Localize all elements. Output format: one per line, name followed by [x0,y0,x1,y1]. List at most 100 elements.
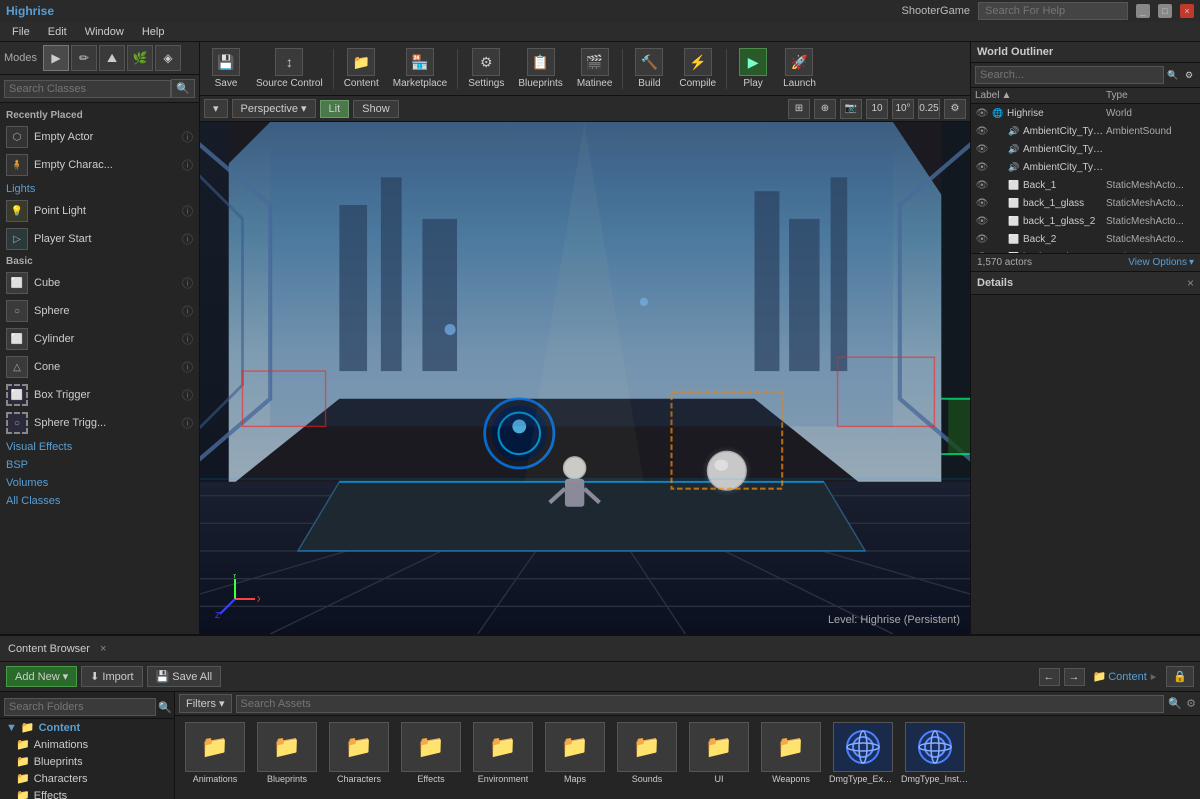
asset-blueprints[interactable]: 📁 Blueprints [253,722,321,784]
menu-file[interactable]: File [4,24,38,40]
search-assets-input[interactable] [236,695,1165,713]
path-content[interactable]: Content [1108,671,1147,683]
viewport[interactable]: X Y Z Level: Highrise (Persistent) [200,122,970,634]
visual-effects-section[interactable]: Visual Effects [0,437,199,455]
vp-scale[interactable]: 0.25 [918,99,940,119]
wo-vis-amb2[interactable]: 👁 [975,142,989,156]
empty-actor-info[interactable]: ⓘ [182,129,193,145]
search-folders-input[interactable] [4,698,156,716]
mode-select-btn[interactable]: ▶ [43,45,69,71]
asset-environment[interactable]: 📁 Environment [469,722,537,784]
save-toolbar-btn[interactable]: 💾 Save [204,45,248,92]
content-btn[interactable]: 📁 Content [338,45,385,92]
cb-close-btn[interactable]: × [100,643,106,655]
matinee-btn[interactable]: 🎬 Matinee [571,45,619,92]
vp-settings-btn[interactable]: ⚙ [944,99,966,119]
wo-item-back1glass2[interactable]: 👁 ⬜ back_1_glass_2 StaticMeshActo... [971,212,1200,230]
wo-item-ambient3[interactable]: 👁 🔊 AmbientCity_TypeD_Stereo_{AmbientSou… [971,158,1200,176]
vp-grid-btn[interactable]: ⊞ [788,99,810,119]
asset-characters[interactable]: 📁 Characters [325,722,393,784]
menu-edit[interactable]: Edit [40,24,75,40]
folder-effects[interactable]: 📁 Effects [0,787,174,799]
class-item-sphere[interactable]: ○ Sphere ⓘ [0,297,199,325]
folder-animations[interactable]: 📁 Animations [0,736,174,753]
maximize-button[interactable]: □ [1158,4,1172,18]
asset-animations[interactable]: 📁 Animations [181,722,249,784]
build-btn[interactable]: 🔨 Build [627,45,671,92]
minimize-button[interactable]: _ [1136,4,1150,18]
wo-vis-back2[interactable]: 👁 [975,232,989,246]
box-trigger-info[interactable]: ⓘ [182,387,193,403]
menu-window[interactable]: Window [77,24,132,40]
class-item-cylinder[interactable]: ⬜ Cylinder ⓘ [0,325,199,353]
asset-sounds[interactable]: 📁 Sounds [613,722,681,784]
filters-button[interactable]: Filters ▾ [179,694,232,713]
class-item-box-trigger[interactable]: ⬜ Box Trigger ⓘ [0,381,199,409]
folder-root-content[interactable]: ▼ 📁 Content [0,719,174,736]
search-classes-input[interactable] [4,80,171,98]
asset-effects[interactable]: 📁 Effects [397,722,465,784]
wo-item-ambient2[interactable]: 👁 🔊 AmbientCity_TypeC_Stereo_{AmbientSou… [971,140,1200,158]
lit-btn[interactable]: Lit [320,100,350,118]
vp-snap-btn[interactable]: ⊕ [814,99,836,119]
add-new-button[interactable]: Add New ▾ [6,666,77,687]
wo-settings-icon[interactable]: ⚙ [1182,68,1196,82]
folder-blueprints[interactable]: 📁 Blueprints [0,753,174,770]
save-all-button[interactable]: 💾 Save All [147,666,221,687]
asset-dmgtype-instant[interactable]: DmgType_Instant [901,722,969,784]
filter-options-icon[interactable]: ⚙ [1186,697,1196,710]
wo-item-back2[interactable]: 👁 ⬜ Back_2 StaticMeshActo... [971,230,1200,248]
asset-ui[interactable]: 📁 UI [685,722,753,784]
search-classes-button[interactable]: 🔍 [171,79,195,98]
nav-back-button[interactable]: ← [1039,668,1060,686]
launch-btn[interactable]: 🚀 Launch [777,45,822,92]
wo-vis-highrise[interactable]: 👁 [975,106,989,120]
lights-section[interactable]: Lights [0,179,199,197]
menu-help[interactable]: Help [134,24,173,40]
close-button[interactable]: × [1180,4,1194,18]
wo-type-col[interactable]: Type [1106,90,1196,101]
asset-maps[interactable]: 📁 Maps [541,722,609,784]
wo-item-back1glass[interactable]: 👁 ⬜ back_1_glass StaticMeshActo... [971,194,1200,212]
vp-dropdown-btn[interactable]: ▾ [204,99,228,118]
player-start-info[interactable]: ⓘ [182,231,193,247]
class-item-sphere-trigger[interactable]: ○ Sphere Trigg... ⓘ [0,409,199,437]
world-outliner-search-input[interactable] [975,66,1164,84]
class-item-player-start[interactable]: ▷ Player Start ⓘ [0,225,199,253]
class-item-empty-char[interactable]: 🧍 Empty Charac... ⓘ [0,151,199,179]
show-btn[interactable]: Show [353,100,399,118]
mode-geometry-btn[interactable]: ◈ [155,45,181,71]
sphere-trigger-info[interactable]: ⓘ [182,415,193,431]
compile-btn[interactable]: ⚡ Compile [673,45,722,92]
source-control-btn[interactable]: ↕ Source Control [250,45,329,92]
all-classes-section[interactable]: All Classes [0,491,199,509]
wo-vis-back1[interactable]: 👁 [975,178,989,192]
wo-item-ambient1[interactable]: 👁 🔊 AmbientCity_TypeC_Stereo AmbientSoun… [971,122,1200,140]
volumes-section[interactable]: Volumes [0,473,199,491]
settings-btn[interactable]: ⚙ Settings [462,45,510,92]
wo-label-col[interactable]: Label ▲ [975,90,1106,101]
bsp-section[interactable]: BSP [0,455,199,473]
empty-char-info[interactable]: ⓘ [182,157,193,173]
marketplace-btn[interactable]: 🏪 Marketplace [387,45,453,92]
wo-vis-amb1[interactable]: 👁 [975,124,989,138]
perspective-btn[interactable]: Perspective ▾ [232,99,316,118]
wo-vis-amb3[interactable]: 👁 [975,160,989,174]
details-close-btn[interactable]: × [1187,276,1194,290]
vp-cam-btn[interactable]: 📷 [840,99,862,119]
view-options-btn[interactable]: View Options ▾ [1128,257,1194,268]
mode-landscape-btn[interactable]: ⛰ [99,45,125,71]
folder-characters[interactable]: 📁 Characters [0,770,174,787]
cube-info[interactable]: ⓘ [182,275,193,291]
asset-dmgtype-explosion[interactable]: DmgType_Explosion [829,722,897,784]
vp-angle[interactable]: 10° [892,99,914,119]
wo-vis-back1g[interactable]: 👁 [975,196,989,210]
class-item-point-light[interactable]: 💡 Point Light ⓘ [0,197,199,225]
play-btn[interactable]: ▶ Play [731,45,775,92]
cone-info[interactable]: ⓘ [182,359,193,375]
import-button[interactable]: ⬇ Import [81,666,142,687]
wo-vis-back1g2[interactable]: 👁 [975,214,989,228]
mode-foliage-btn[interactable]: 🌿 [127,45,153,71]
asset-weapons[interactable]: 📁 Weapons [757,722,825,784]
class-item-empty-actor[interactable]: ⬡ Empty Actor ⓘ [0,123,199,151]
